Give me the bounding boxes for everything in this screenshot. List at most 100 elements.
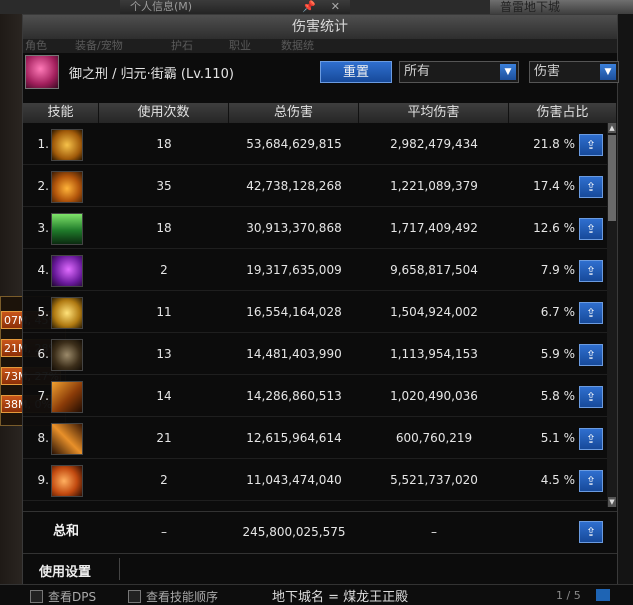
row-uses: 14 [156,389,172,403]
chevron-down-icon[interactable]: ▼ [500,64,516,80]
row-total: 53,684,629,815 [246,137,342,151]
pin-icon[interactable]: 📌 [302,0,316,14]
share-icon[interactable]: ⇪ [579,218,603,240]
share-icon[interactable]: ⇪ [579,344,603,366]
row-uses: 18 [156,137,172,151]
filter-select[interactable]: 所有 ▼ [399,61,519,83]
row-uses: 2 [160,473,168,487]
share-icon[interactable]: ⇪ [579,428,603,450]
total-row: 总和 – 245,800,025,575 – ⇪ [23,511,617,552]
row-uses: 11 [156,305,172,319]
row-rank: 5. [37,305,49,319]
type-select[interactable]: 伤害 ▼ [529,61,619,83]
share-icon[interactable]: ⇪ [579,470,603,492]
share-icon[interactable]: ⇪ [579,521,603,543]
row-total: 12,615,964,614 [246,431,342,445]
row-rank: 6. [37,347,49,361]
subtab[interactable]: 数据统 [281,39,314,53]
share-icon[interactable]: ⇪ [579,176,603,198]
share-icon[interactable]: ⇪ [579,260,603,282]
dark-strike-icon [51,339,83,371]
row-avg: 1,717,409,492 [390,221,478,235]
row-avg: 1,020,490,036 [390,389,478,403]
header-total: 总伤害 [229,103,359,123]
row-rank: 3. [37,221,49,235]
settings-button[interactable]: 使用设置 [39,561,91,580]
row-avg: 2,982,479,434 [390,137,478,151]
row-pct: 21.8 % [533,137,575,151]
table-row: 6. 13 14,481,403,990 1,113,954,153 5.9 %… [23,333,607,375]
table-row: 2. 35 42,738,128,268 1,221,089,379 17.4 … [23,165,607,207]
subtab[interactable]: 护石 [171,39,193,53]
table-row: 3. 18 30,913,370,868 1,717,409,492 12.6 … [23,207,607,249]
table-body: 1. 18 53,684,629,815 2,982,479,434 21.8 … [23,123,607,507]
table-row: 9. 2 11,043,474,040 5,521,737,020 4.5 % … [23,459,607,501]
reset-button[interactable]: 重置 [320,61,392,83]
skill-order-checkbox[interactable] [128,590,141,603]
row-rank: 8. [37,431,49,445]
green-totem-icon [51,213,83,245]
bottom-status-bar: 查看DPS 查看技能顺序 地下城名 = 煤龙王正殿 1 / 5 [0,584,633,605]
row-rank: 4. [37,263,49,277]
header-share: 伤害占比 [509,103,617,123]
row-uses: 21 [156,431,172,445]
header-uses: 使用次数 [99,103,229,123]
table-scrollbar[interactable]: ▲ ▼ [607,123,617,507]
row-total: 14,481,403,990 [246,347,342,361]
page-indicator: 1 / 5 [556,589,581,602]
subtab[interactable]: 职业 [229,39,251,53]
table-row: 1. 18 53,684,629,815 2,982,479,434 21.8 … [23,123,607,165]
dps-checkbox[interactable] [30,590,43,603]
chevron-down-icon[interactable]: ▼ [608,497,616,507]
row-rank: 1. [37,137,49,151]
share-icon[interactable]: ⇪ [579,134,603,156]
table-row: 7. 14 14,286,860,513 1,020,490,036 5.8 %… [23,375,607,417]
row-uses: 13 [156,347,172,361]
character-name: 御之刑 / 归元·街霸 (Lv.110) [69,67,234,82]
next-page-icon[interactable] [596,589,610,601]
header-skill: 技能 [23,103,99,123]
subtab[interactable]: 角色 [25,39,47,53]
row-total: 30,913,370,868 [246,221,342,235]
row-avg: 1,504,924,002 [390,305,478,319]
row-total: 16,554,164,028 [246,305,342,319]
row-total: 11,043,474,040 [246,473,342,487]
row-avg: 1,221,089,379 [390,179,478,193]
avatar [25,55,59,89]
row-pct: 7.9 % [540,263,575,277]
row-rank: 9. [37,473,49,487]
row-total: 19,317,635,009 [246,263,342,277]
chevron-up-icon[interactable]: ▲ [608,123,616,133]
background-info-window-title: 个人信息(M) 📌 ✕ [120,0,350,14]
row-pct: 4.5 % [540,473,575,487]
total-uses: – [161,525,167,539]
row-pct: 5.1 % [540,431,575,445]
filter-select-value: 所有 [404,64,431,79]
total-avg: – [431,525,437,539]
subtab[interactable]: 装备/宠物 [75,39,123,53]
row-avg: 9,658,817,504 [390,263,478,277]
golden-star-icon [51,297,83,329]
subtabs-bar: 角色 装备/宠物 护石 职业 数据统 [23,39,617,53]
row-avg: 5,521,737,020 [390,473,478,487]
row-pct: 5.8 % [540,389,575,403]
row-pct: 6.7 % [540,305,575,319]
table-row: 5. 11 16,554,164,028 1,504,924,002 6.7 %… [23,291,607,333]
row-pct: 17.4 % [533,179,575,193]
row-pct: 5.9 % [540,347,575,361]
row-pct: 12.6 % [533,221,575,235]
share-icon[interactable]: ⇪ [579,302,603,324]
window-title: 伤害统计 [23,15,617,39]
type-select-value: 伤害 [534,64,561,79]
dungeon-name: 地下城名 = 煤龙王正殿 [272,590,409,605]
chevron-down-icon[interactable]: ▼ [600,64,616,80]
flame-slash-icon [51,423,83,455]
close-icon[interactable]: ✕ [331,0,340,14]
divider [119,558,120,580]
table-row: 4. 2 19,317,635,009 9,658,817,504 7.9 % … [23,249,607,291]
scroll-thumb[interactable] [608,135,616,221]
total-damage: 245,800,025,575 [242,525,346,539]
share-icon[interactable]: ⇪ [579,386,603,408]
row-rank: 2. [37,179,49,193]
skill-order-checkbox-label: 查看技能顺序 [146,590,219,604]
